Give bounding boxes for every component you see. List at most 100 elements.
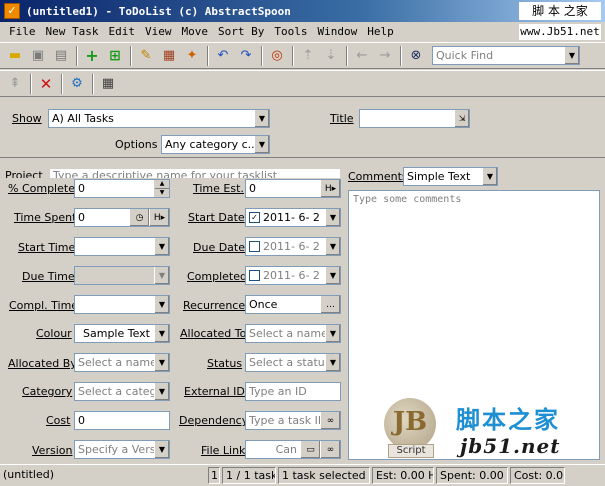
app-checkmark-icon[interactable]: ✓ [4, 3, 20, 19]
time-est-value[interactable]: 0 [246, 182, 320, 195]
allocated-to-combo[interactable]: Select a name ▼ [245, 324, 341, 343]
filter-options-icon[interactable]: ⇲ [454, 110, 469, 127]
time-spent-field[interactable]: 0 ◷ H ▸ [74, 208, 170, 227]
external-id-field[interactable]: Type an ID [245, 382, 341, 401]
completed-date-picker[interactable]: 2011- 6- 2 ▼ [245, 266, 341, 285]
due-date-picker[interactable]: 2011- 6- 2 ▼ [245, 237, 341, 256]
menu-file[interactable]: File [4, 25, 41, 38]
move-up-icon[interactable]: ⇡ [297, 45, 319, 67]
undo-icon[interactable]: ↶ [212, 45, 234, 67]
version-combo[interactable]: Specify a Versi ▼ [74, 440, 170, 459]
time-est-field[interactable]: 0 H ▸ [245, 179, 341, 198]
title-filter-field[interactable]: ⇲ [359, 109, 470, 128]
percent-complete-field[interactable]: 0 ▲ ▼ [74, 179, 170, 198]
menu-edit[interactable]: Edit [103, 25, 140, 38]
cost-value[interactable]: 0 [75, 414, 169, 427]
start-date-value[interactable]: 2011- 6- 2 [260, 211, 325, 224]
new-subtask-icon[interactable]: ⊞ [104, 45, 126, 67]
chevron-down-icon[interactable]: ▼ [154, 354, 169, 371]
status-combo[interactable]: Select a status ▼ [245, 353, 341, 372]
completed-value[interactable]: 2011- 6- 2 [260, 269, 325, 282]
delete-icon[interactable]: ✕ [35, 73, 57, 95]
due-time-combo[interactable]: ▼ [74, 266, 170, 285]
chevron-down-icon[interactable]: ▼ [154, 383, 169, 400]
new-task-icon[interactable]: + [81, 45, 103, 67]
browse-folder-icon[interactable]: ▭ [300, 441, 320, 458]
link-icon[interactable]: ∞ [320, 412, 340, 429]
quick-find-combo[interactable]: Quick Find ▼ [432, 46, 580, 65]
category-combo[interactable]: Select a categ ▼ [74, 382, 170, 401]
chevron-down-icon[interactable]: ▼ [325, 354, 340, 371]
clean-broom-icon[interactable]: ✦ [181, 45, 203, 67]
due-date-checkbox[interactable] [249, 241, 260, 252]
center-task-icon[interactable]: ◎ [266, 45, 288, 67]
allocated-to-placeholder: Select a name [249, 327, 325, 340]
chevron-down-icon[interactable]: ▼ [154, 267, 169, 284]
menu-new-task[interactable]: New Task [41, 25, 104, 38]
allocated-by-combo[interactable]: Select a name ▼ [74, 353, 170, 372]
quick-find-input[interactable]: Quick Find [433, 49, 564, 62]
move-left-icon[interactable]: ← [351, 45, 373, 67]
colour-combo[interactable]: Sample Text ▼ [74, 324, 170, 343]
chevron-down-icon[interactable]: ▼ [154, 296, 169, 313]
chevron-down-icon[interactable]: ▼ [325, 267, 340, 284]
move-right-icon[interactable]: → [374, 45, 396, 67]
time-spent-value[interactable]: 0 [75, 211, 129, 224]
save-all-icon[interactable]: ▤ [50, 45, 72, 67]
move-down-icon[interactable]: ⇣ [320, 45, 342, 67]
jb-net-text: jb51.net [460, 434, 561, 458]
show-filter-combo[interactable]: A) All Tasks ▼ [48, 109, 270, 128]
time-units-button[interactable]: H ▸ [320, 180, 340, 197]
edit-pencil-icon[interactable]: ✎ [135, 45, 157, 67]
category-placeholder: Select a categ [78, 385, 154, 398]
recurrence-field[interactable]: Once … [245, 295, 341, 314]
comments-format-combo[interactable]: Simple Text ▼ [403, 167, 498, 186]
external-id-placeholder[interactable]: Type an ID [246, 385, 340, 398]
spinner[interactable]: ▲ ▼ [154, 180, 169, 197]
due-date-value[interactable]: 2011- 6- 2 [260, 240, 325, 253]
percent-complete-value[interactable]: 0 [75, 182, 154, 195]
ellipsis-icon[interactable]: … [320, 296, 340, 313]
options-combo[interactable]: Any category c... ▼ [161, 135, 270, 154]
file-link-placeholder[interactable]: Can [246, 443, 300, 456]
menu-help[interactable]: Help [362, 25, 399, 38]
chevron-down-icon[interactable]: ▼ [154, 238, 169, 255]
save-icon[interactable]: ▣ [27, 45, 49, 67]
preferences-gear-icon[interactable]: ⚙ [66, 73, 88, 95]
calendar-icon[interactable]: ▦ [97, 73, 119, 95]
compl-time-combo[interactable]: ▼ [74, 295, 170, 314]
redo-icon[interactable]: ↷ [235, 45, 257, 67]
dependency-field[interactable]: Type a task II ∞ [245, 411, 341, 430]
start-time-combo[interactable]: ▼ [74, 237, 170, 256]
link-icon[interactable]: ∞ [320, 441, 340, 458]
status-tasks: 1 / 1 tasks [222, 467, 276, 484]
chevron-down-icon[interactable]: ▼ [564, 47, 579, 64]
menu-move[interactable]: Move [176, 25, 213, 38]
start-date-picker[interactable]: ✓ 2011- 6- 2 ▼ [245, 208, 341, 227]
chevron-down-icon[interactable]: ▼ [154, 325, 169, 342]
menu-window[interactable]: Window [312, 25, 362, 38]
file-link-field[interactable]: Can ▭ ∞ [245, 440, 341, 459]
project-name-input[interactable]: Type a descriptive name for your tasklis… [50, 169, 340, 178]
time-est-units: H [324, 183, 332, 194]
menu-sort-by[interactable]: Sort By [213, 25, 269, 38]
chevron-down-icon[interactable]: ▼ [325, 238, 340, 255]
chevron-down-icon[interactable]: ▼ [154, 441, 169, 458]
find-binoculars-icon[interactable]: ⊗ [405, 45, 427, 67]
dependency-placeholder[interactable]: Type a task II [246, 414, 320, 427]
chevron-down-icon[interactable]: ▼ [482, 168, 497, 185]
chevron-down-icon[interactable]: ▼ [325, 325, 340, 342]
chevron-down-icon[interactable]: ▼ [325, 209, 340, 226]
edit-note-icon[interactable]: ▦ [158, 45, 180, 67]
move-task-icon[interactable]: ⇞ [4, 73, 26, 95]
timer-clock-icon[interactable]: ◷ [129, 209, 149, 226]
open-folder-icon[interactable]: ▬ [4, 45, 26, 67]
menu-tools[interactable]: Tools [269, 25, 312, 38]
cost-field[interactable]: 0 [74, 411, 170, 430]
chevron-down-icon[interactable]: ▼ [254, 136, 269, 153]
time-units-button[interactable]: H ▸ [149, 209, 169, 226]
menu-view[interactable]: View [140, 25, 177, 38]
completed-checkbox[interactable] [249, 270, 260, 281]
start-date-checkbox[interactable]: ✓ [249, 212, 260, 223]
chevron-down-icon[interactable]: ▼ [254, 110, 269, 127]
